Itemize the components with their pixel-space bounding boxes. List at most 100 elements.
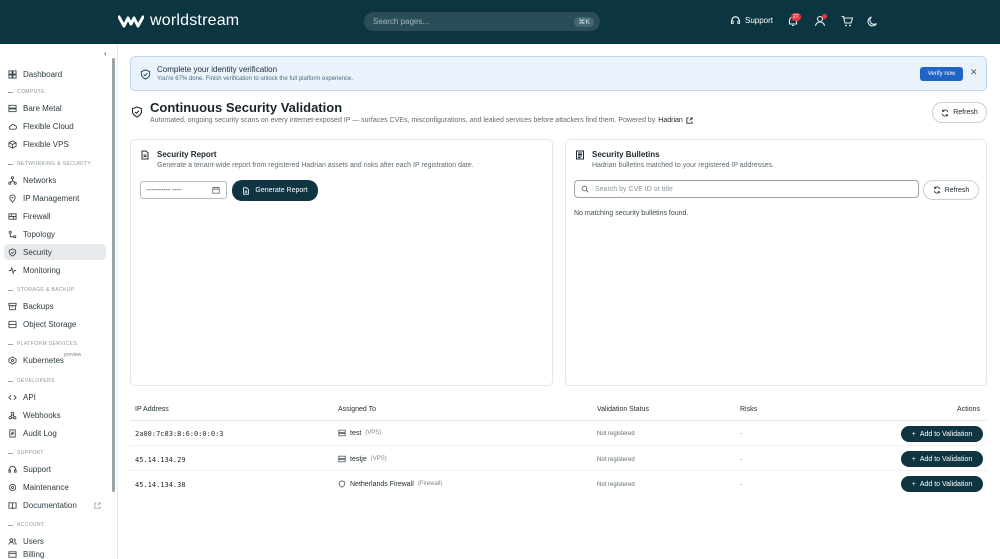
users-icon <box>8 537 17 545</box>
global-search-input[interactable]: Search pages... <box>373 17 574 26</box>
assigned-to-cell[interactable]: testje (VPS) <box>338 455 387 463</box>
plus-icon: + <box>911 430 916 438</box>
network-icon <box>8 175 17 185</box>
bulletins-refresh-button[interactable]: Refresh <box>923 180 979 200</box>
add-to-validation-button[interactable]: + Add to Validation <box>901 451 983 467</box>
assigned-name: testje <box>350 455 367 463</box>
table-header: IP Address Assigned To Validation Status… <box>130 399 987 421</box>
server-icon <box>338 455 346 463</box>
generate-report-button[interactable]: Generate Report <box>232 180 318 201</box>
calendar-icon[interactable] <box>212 186 220 194</box>
add-to-validation-label: Add to Validation <box>919 480 973 488</box>
storage-icon <box>8 320 17 328</box>
page-title: Continuous Security Validation <box>150 100 343 115</box>
generate-report-label: Generate Report <box>255 187 308 194</box>
file-list-icon <box>9 428 16 438</box>
shield-check-icon <box>140 69 151 80</box>
sidebar-item-webhooks[interactable]: Webhooks <box>8 407 106 423</box>
kubernetes-icon <box>8 355 17 365</box>
support-label: Support <box>745 16 774 25</box>
sidebar-item-label: Maintenance <box>23 482 69 492</box>
assigned-to-cell[interactable]: test (VPS) <box>338 429 381 437</box>
sidebar-item-bare-metal[interactable]: Bare Metal <box>8 100 106 116</box>
sidebar-item-support[interactable]: Support <box>8 461 106 477</box>
sidebar-item-networks[interactable]: Networks <box>8 172 106 188</box>
sidebar-section-support: SUPPORT <box>8 450 44 456</box>
table-row: 2a00:7c83:8:6:0:0:0:3 test (VPS) Not reg… <box>130 421 987 446</box>
cart-icon[interactable] <box>840 14 854 28</box>
search-shortcut: ⌘K <box>574 16 594 27</box>
sidebar-item-label: Topology <box>23 229 56 239</box>
sidebar-item-label: Documentation <box>23 500 77 510</box>
code-icon <box>8 394 17 400</box>
sidebar-item-dashboard[interactable]: Dashboard <box>8 66 106 82</box>
sidebar-item-topology[interactable]: Topology <box>8 226 106 242</box>
sidebar-item-backups[interactable]: Backups <box>8 298 106 314</box>
sidebar-section-networking: NETWORKING & SECURITY <box>8 161 91 167</box>
sidebar-item-label: Support <box>23 464 52 474</box>
sidebar-item-firewall[interactable]: Firewall <box>8 208 106 224</box>
credit-card-icon <box>8 550 17 558</box>
sidebar-item-billing[interactable]: Billing <box>8 549 106 559</box>
sidebar-item-label: Backups <box>23 301 54 311</box>
sidebar-item-ip-management[interactable]: IP Management <box>8 190 106 206</box>
collapse-sidebar-chevron-icon[interactable]: ‹ <box>104 49 107 58</box>
refresh-button[interactable]: Refresh <box>932 102 987 123</box>
security-bulletins-subtitle: Hadrian bulletins matched to your regist… <box>592 162 774 169</box>
sidebar-item-documentation[interactable]: Documentation <box>8 497 106 513</box>
column-assigned-to[interactable]: Assigned To <box>338 406 376 413</box>
add-to-validation-label: Add to Validation <box>919 455 973 463</box>
column-validation-status[interactable]: Validation Status <box>597 406 649 413</box>
add-to-validation-button[interactable]: + Add to Validation <box>901 476 983 492</box>
sidebar-section-platform: PLATFORM SERVICES <box>8 341 77 347</box>
external-link-icon[interactable] <box>686 117 693 124</box>
sidebar-item-label: Kubernetes <box>23 355 64 365</box>
sidebar-scrollbar[interactable] <box>112 58 115 558</box>
report-date-value: ---------- ---- <box>147 186 182 194</box>
sidebar-item-label: Security <box>23 247 52 257</box>
cloud-icon <box>8 123 17 130</box>
sidebar-item-kubernetes[interactable]: Kubernetes <box>8 352 106 368</box>
risks-cell: - <box>740 482 742 488</box>
sidebar-item-audit-log[interactable]: Audit Log <box>8 425 106 441</box>
plus-icon: + <box>911 480 916 488</box>
sidebar-item-api[interactable]: API <box>8 389 106 405</box>
refresh-icon <box>933 186 940 194</box>
sidebar-item-monitoring[interactable]: Monitoring <box>8 262 106 278</box>
sidebar-section-compute: COMPUTE <box>8 89 45 95</box>
search-icon <box>581 185 589 193</box>
security-report-card: Security Report Generate a tenant-wide r… <box>130 139 553 386</box>
verify-now-button[interactable]: Verify now <box>920 67 963 81</box>
sidebar-item-flexible-vps[interactable]: Flexible VPS <box>8 136 106 152</box>
add-to-validation-button[interactable]: + Add to Validation <box>901 426 983 442</box>
global-search[interactable]: Search pages... ⌘K <box>364 12 600 31</box>
assigned-to-cell[interactable]: Netherlands Firewall (Firewall) <box>338 480 442 488</box>
risks-cell: - <box>740 431 742 437</box>
bulletin-search-input[interactable]: Search by CVE ID or title <box>574 180 919 198</box>
refresh-icon <box>942 109 949 116</box>
report-date-input[interactable]: ---------- ---- <box>140 181 227 199</box>
archive-icon <box>8 302 17 310</box>
server-icon <box>8 104 17 112</box>
bulletins-refresh-label: Refresh <box>944 186 970 194</box>
theme-moon-icon[interactable] <box>867 14 881 28</box>
column-ip-address[interactable]: IP Address <box>135 406 169 413</box>
worldstream-logo-icon <box>118 15 144 28</box>
banner-title: Complete your identity verification <box>157 65 278 74</box>
topology-icon <box>8 230 17 238</box>
close-icon[interactable]: ✕ <box>970 67 978 78</box>
ip-address-cell: 45.14.134.38 <box>135 481 186 489</box>
shield-icon <box>338 480 346 488</box>
sidebar-item-flexible-cloud[interactable]: Flexible Cloud <box>8 118 106 134</box>
hadrian-link[interactable]: Hadrian <box>658 117 683 124</box>
logo[interactable]: worldstream <box>118 12 239 30</box>
sidebar-item-users[interactable]: Users <box>8 533 106 549</box>
sidebar-item-object-storage[interactable]: Object Storage <box>8 316 106 332</box>
sidebar-item-security[interactable]: Security <box>4 244 106 260</box>
sidebar-item-label: Firewall <box>23 211 51 221</box>
column-risks[interactable]: Risks <box>740 406 757 413</box>
sidebar-scrollbar-thumb[interactable] <box>112 58 115 492</box>
sidebar-item-label: IP Management <box>23 193 80 203</box>
sidebar-item-maintenance[interactable]: Maintenance <box>8 479 106 495</box>
support-link[interactable]: Support <box>730 15 773 26</box>
